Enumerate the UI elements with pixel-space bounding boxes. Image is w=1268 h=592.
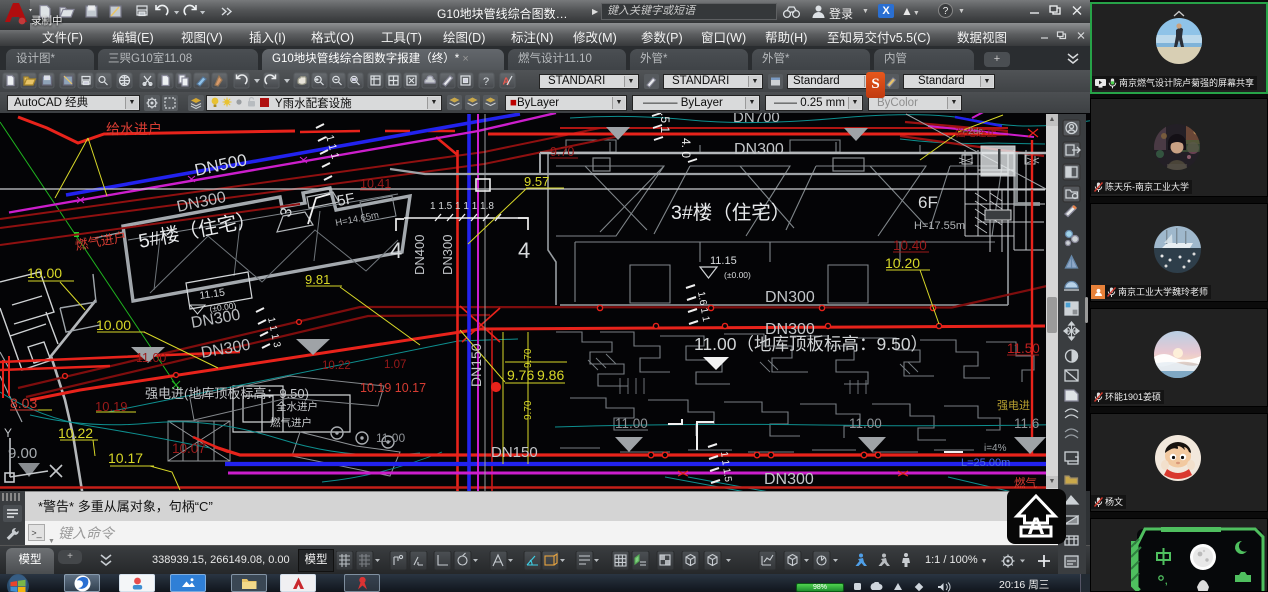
svg-text:9.57: 9.57: [524, 174, 549, 189]
svg-text:Y: Y: [4, 426, 12, 440]
svg-text:9.86: 9.86: [537, 367, 564, 383]
svg-text:燃气: 燃气: [1014, 476, 1037, 490]
svg-text:11.6: 11.6: [1014, 416, 1039, 431]
svg-text:9.70: 9.70: [550, 145, 574, 159]
svg-text:L=25.00m: L=25.00m: [961, 457, 1010, 469]
svg-text:DN300: DN300: [765, 289, 815, 306]
svg-text:5F: 5F: [336, 190, 356, 210]
svg-text:(±0.00): (±0.00): [724, 270, 751, 280]
svg-text:10.41: 10.41: [360, 177, 391, 191]
svg-text:全水进户: 全水进户: [276, 400, 318, 413]
svg-text:11.15: 11.15: [710, 255, 737, 267]
svg-text:11.00: 11.00: [615, 416, 648, 431]
svg-text:H=14.65m: H=14.65m: [334, 210, 379, 229]
svg-text:11.50: 11.50: [1007, 341, 1040, 356]
svg-text:4: 4: [390, 238, 402, 263]
svg-text:10.17: 10.17: [108, 450, 143, 466]
svg-text:,: ,: [1165, 576, 1168, 586]
svg-text:6F: 6F: [918, 193, 938, 212]
svg-text:DN300: DN300: [200, 337, 252, 362]
svg-text:DN300: DN300: [764, 471, 814, 488]
svg-text:10.22: 10.22: [322, 360, 351, 372]
svg-text:.5 1: .5 1: [658, 113, 672, 133]
svg-text:燃气进户: 燃气进户: [74, 229, 128, 253]
svg-text:10.19: 10.19: [95, 399, 128, 414]
svg-text:10.20: 10.20: [885, 255, 920, 271]
svg-text:3: 3: [277, 206, 296, 219]
svg-text:11.00（地库顶板标高：9.50）: 11.00（地库顶板标高：9.50）: [694, 334, 928, 354]
svg-text:H=17.55m: H=17.55m: [914, 220, 965, 232]
svg-text:9.70: 9.70: [523, 348, 534, 368]
svg-text:燃气进户: 燃气进户: [270, 416, 312, 429]
svg-text:9.00: 9.00: [8, 445, 37, 462]
svg-text:DN400: DN400: [412, 235, 427, 275]
svg-text:1 1.5 1 1 1 1.8: 1 1.5 1 1 1 1.8: [430, 201, 494, 212]
svg-text:10.40: 10.40: [893, 238, 927, 253]
svg-text:A: A: [1027, 513, 1044, 540]
svg-text:10.00: 10.00: [96, 317, 131, 333]
svg-text:3#楼（住宅）: 3#楼（住宅）: [671, 202, 790, 224]
svg-text:DN150: DN150: [491, 444, 538, 461]
svg-text:⌐2dc: ⌐2dc: [963, 126, 983, 136]
svg-text:强电进: 强电进: [997, 399, 1030, 412]
svg-text:DN150: DN150: [468, 343, 484, 387]
svg-text:10.07: 10.07: [172, 441, 206, 456]
svg-text:?: ?: [483, 76, 489, 88]
svg-text:9.81: 9.81: [305, 272, 330, 287]
svg-text:DN300: DN300: [440, 235, 455, 275]
svg-text:DN700: DN700: [733, 113, 780, 126]
svg-text:给水进户: 给水进户: [106, 121, 162, 137]
svg-text:11.00: 11.00: [849, 416, 882, 431]
svg-text:11.15: 11.15: [199, 287, 226, 302]
svg-text:4: 4: [518, 238, 530, 263]
svg-text:1.07: 1.07: [384, 359, 406, 371]
svg-text:9.70: 9.70: [523, 400, 534, 420]
svg-text:i=4%: i=4%: [984, 443, 1007, 454]
svg-text:10.22: 10.22: [58, 425, 93, 441]
svg-text:10.00: 10.00: [27, 265, 62, 281]
svg-text:11.00: 11.00: [376, 431, 405, 445]
svg-text:11.00: 11.00: [136, 351, 166, 365]
svg-text:4. 0: 4. 0: [679, 138, 693, 158]
svg-text:10.19 10.17: 10.19 10.17: [360, 381, 426, 395]
svg-text:DN300: DN300: [734, 141, 784, 158]
svg-text:强电进(地库顶板标高：9.50): 强电进(地库顶板标高：9.50): [145, 386, 309, 401]
svg-text:9.76: 9.76: [507, 367, 534, 383]
svg-text:8.03: 8.03: [10, 395, 37, 411]
